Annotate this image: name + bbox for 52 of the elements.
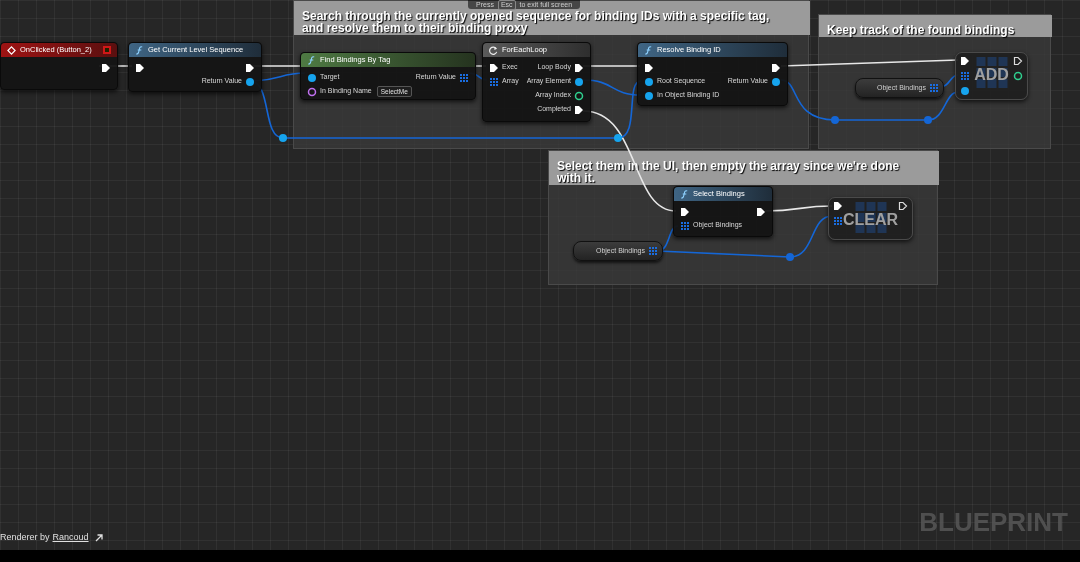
exec-pin-icon[interactable] [771, 62, 781, 73]
exec-pin-icon[interactable] [489, 62, 499, 73]
exec-pin-icon[interactable] [1013, 56, 1023, 66]
array-pin-icon[interactable] [680, 220, 690, 231]
exec-pin-icon[interactable] [680, 206, 690, 217]
exec-pin-icon[interactable] [135, 62, 145, 73]
loop-icon [489, 45, 498, 55]
exec-pin-icon[interactable] [574, 104, 584, 115]
object-pin-icon[interactable] [771, 76, 781, 87]
integer-pin-icon[interactable] [1013, 71, 1023, 81]
integer-pin-icon[interactable] [574, 90, 584, 101]
array-pin-icon[interactable] [459, 72, 469, 83]
object-pin-icon[interactable] [574, 76, 584, 87]
comment-title: Select them in the UI, then empty the array since we're done with it. [549, 151, 939, 185]
node-title: CLEAR [842, 211, 899, 229]
exec-pin-icon[interactable] [898, 201, 908, 211]
credit-link[interactable]: Rancoud [52, 531, 89, 545]
exec-pin-icon[interactable] [756, 206, 766, 217]
exec-pin-icon[interactable] [574, 62, 584, 73]
delegate-pin-icon[interactable] [103, 46, 111, 54]
function-icon [644, 45, 653, 55]
compact-node[interactable]: CLEAR [828, 197, 913, 240]
credit-text: Renderer by [0, 531, 50, 544]
reroute-node[interactable] [786, 253, 794, 261]
node-title: ADD [974, 66, 1009, 84]
array-pin-icon[interactable] [929, 83, 939, 93]
array-pin-icon[interactable] [489, 76, 499, 87]
diamond-icon [7, 45, 16, 55]
function-icon [135, 45, 144, 55]
external-link-icon[interactable] [94, 533, 103, 542]
name-pin-icon[interactable] [307, 86, 317, 97]
object-pin-icon[interactable] [960, 86, 970, 96]
exec-pin-icon[interactable] [245, 62, 255, 73]
exec-pin-icon[interactable] [960, 56, 970, 66]
array-pin-icon[interactable] [648, 246, 658, 256]
array-pin-icon[interactable] [960, 71, 970, 81]
reroute-node[interactable] [924, 116, 932, 124]
array-pin-icon[interactable] [833, 216, 843, 226]
reroute-node[interactable] [614, 134, 622, 142]
exec-pin-icon[interactable] [644, 62, 654, 73]
object-pin-icon[interactable] [644, 76, 654, 87]
compact-node[interactable]: ADD [955, 52, 1028, 100]
object-pin-icon[interactable] [307, 72, 317, 83]
object-pin-icon[interactable] [644, 90, 654, 101]
function-icon [680, 189, 689, 199]
function-icon [307, 55, 316, 65]
comment-title: Keep track of the found bindings [819, 15, 1052, 37]
exec-pin-icon[interactable] [833, 201, 843, 211]
exec-pin-icon[interactable] [101, 62, 111, 73]
object-pin-icon[interactable] [245, 76, 255, 87]
reroute-node[interactable] [279, 134, 287, 142]
reroute-node[interactable] [831, 116, 839, 124]
